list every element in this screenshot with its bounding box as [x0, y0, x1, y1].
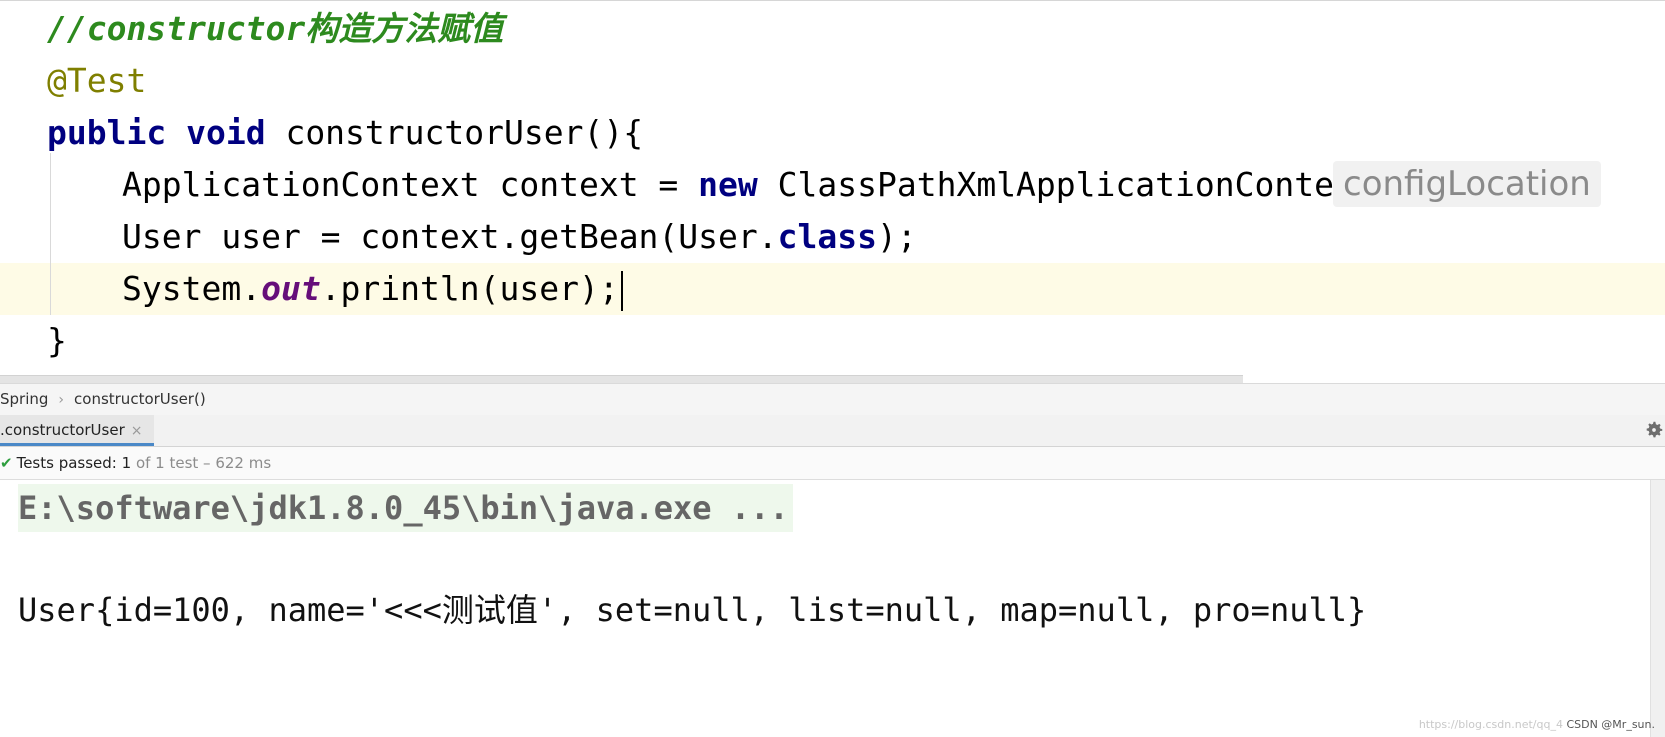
status-prefix: Tests passed:: [16, 454, 122, 472]
code-line-7[interactable]: }: [0, 315, 1665, 367]
code-text: ClassPathXmlApplicationContext(: [757, 165, 1394, 204]
keyword-new: new: [698, 165, 758, 204]
method-signature: constructorUser(){: [265, 113, 644, 152]
code-line-1[interactable]: //constructor构造方法赋值: [0, 3, 1665, 55]
code-line-6-current[interactable]: System.out.println(user);: [0, 263, 1665, 315]
status-passed-count: 1: [121, 454, 132, 472]
tab-label: .constructorUser: [0, 421, 125, 439]
keyword-class: class: [777, 217, 877, 256]
console-command-line[interactable]: E:\software\jdk1.8.0_45\bin\java.exe ...: [18, 484, 793, 532]
code-editor[interactable]: //constructor构造方法赋值 @Test public void co…: [0, 0, 1665, 397]
chevron-right-icon: ›: [58, 392, 65, 408]
code-text: User user = context.getBean(User.: [122, 217, 778, 256]
vertical-scrollbar[interactable]: [1650, 480, 1665, 737]
keyword-public: public: [47, 113, 167, 152]
tab-constructor-user[interactable]: .constructorUser ×: [0, 415, 155, 446]
breadcrumb-item-method[interactable]: constructorUser(): [74, 384, 206, 415]
code-text: .println(user);: [320, 269, 619, 308]
watermark-url: https://blog.csdn.net/qq_4: [1418, 718, 1563, 731]
keyword-void: void: [186, 113, 266, 152]
breadcrumb: Spring › constructorUser(): [0, 383, 1665, 416]
code-comment: //constructor构造方法赋值: [47, 9, 504, 48]
text-caret: [620, 270, 623, 311]
console-output-line: User{id=100, name='<<<测试值', set=null, li…: [18, 591, 1367, 629]
code-text: ApplicationContext context =: [122, 165, 699, 204]
code-line-2[interactable]: @Test: [0, 55, 1665, 107]
code-line-3[interactable]: public void constructorUser(){: [0, 107, 1665, 159]
test-annotation: @Test: [47, 61, 147, 100]
run-tab-bar: .constructorUser ×: [0, 415, 1665, 447]
code-text: System.: [122, 269, 262, 308]
test-status-bar: ✔ Tests passed: 1 of 1 test – 622 ms: [0, 447, 1665, 480]
gear-icon[interactable]: [1643, 419, 1665, 441]
close-icon[interactable]: ×: [131, 423, 143, 439]
code-line-5[interactable]: User user = context.getBean(User.class);: [0, 211, 1665, 263]
breadcrumb-item-spring[interactable]: Spring: [0, 384, 48, 415]
watermark-credit: CSDN @Mr_sun.: [1566, 718, 1655, 731]
console-output[interactable]: E:\software\jdk1.8.0_45\bin\java.exe ...…: [0, 480, 1665, 737]
indent-guide: [50, 153, 51, 315]
check-icon: ✔: [0, 454, 13, 472]
parameter-hint: configLocation: [1333, 161, 1601, 207]
watermark: https://blog.csdn.net/qq_4 CSDN @Mr_sun.: [1419, 718, 1655, 731]
status-detail: of 1 test – 622 ms: [131, 454, 272, 472]
code-text: );: [876, 217, 917, 256]
closing-brace: }: [47, 321, 67, 360]
static-field-out: out: [261, 269, 321, 308]
